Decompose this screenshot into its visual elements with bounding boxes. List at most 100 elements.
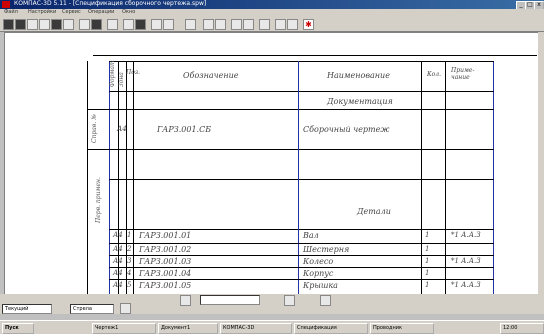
app-icon (2, 1, 10, 8)
ortho-icon[interactable] (284, 295, 295, 306)
row-name: Шестерня (303, 245, 350, 254)
row-name: Крышка (303, 281, 338, 290)
row-name: Колесо (303, 257, 334, 266)
view-icon[interactable] (185, 19, 196, 30)
help-icon[interactable]: ✱ (303, 19, 314, 30)
cut-icon[interactable] (51, 19, 62, 30)
task-button[interactable]: Чертеж1 (92, 323, 156, 334)
copy-icon[interactable] (63, 19, 74, 30)
col-name-line (421, 61, 422, 295)
apply-icon[interactable] (120, 303, 131, 314)
menu-window[interactable]: Окно (122, 9, 135, 15)
docs-section-line (87, 109, 494, 110)
menu-settings[interactable]: Настройки (28, 9, 56, 15)
scale-select[interactable] (200, 295, 260, 305)
refresh-icon[interactable] (259, 19, 270, 30)
save-icon[interactable] (27, 19, 38, 30)
row-zone: А4 (113, 231, 123, 239)
row-note: *1 А.А.З (451, 281, 481, 289)
doc-zone: А4 (117, 125, 127, 133)
task-button[interactable]: КОМПАС-3D (220, 323, 292, 334)
title-bar: КОМПАС-3D 5.11 - [Спецификация сборочног… (0, 0, 544, 10)
side-label-first-use: Перв. примен. (95, 177, 102, 223)
row-zone: А4 (113, 281, 123, 289)
system-clock: 12:00 (500, 323, 544, 334)
task-button[interactable]: Спецификация (294, 323, 368, 334)
row-pos: 5 (127, 281, 132, 289)
row-qty: 1 (425, 257, 430, 265)
frame-right-line (493, 61, 494, 295)
table-icon[interactable] (151, 19, 162, 30)
header-bottom-line (109, 91, 494, 92)
zoom-icon[interactable] (123, 19, 134, 30)
col-pos-line (133, 61, 134, 295)
menu-operations[interactable]: Операции (88, 9, 114, 15)
open-icon[interactable] (15, 19, 26, 30)
snap-icon[interactable] (180, 295, 191, 306)
row-designation: ГАРЗ.001.02 (139, 245, 192, 254)
col-designation-line (298, 61, 299, 295)
row-line (109, 243, 494, 244)
details-section-line (109, 229, 494, 230)
docs-row-line (87, 149, 494, 150)
row-zone: А4 (113, 269, 123, 277)
row-line (109, 267, 494, 268)
row-zone: А4 (113, 245, 123, 253)
row-designation: ГАРЗ.001.04 (139, 269, 192, 278)
settings-icon[interactable] (275, 19, 286, 30)
window-title: КОМПАС-3D 5.11 - [Спецификация сборочног… (14, 0, 207, 7)
layer-select[interactable]: Текущий (2, 304, 52, 314)
toolbar: ✱ (0, 17, 544, 32)
row-designation: ГАРЗ.001.01 (139, 231, 192, 240)
header-format: Формат (109, 60, 116, 87)
row-pos: 2 (127, 245, 132, 253)
header-designation: Обозначение (183, 71, 239, 80)
cursor-icon[interactable] (320, 295, 331, 306)
undo-icon[interactable] (91, 19, 102, 30)
header-pos: Поз. (126, 69, 141, 76)
document-canvas[interactable]: Формат Зона Поз. Обозначение Наименовани… (4, 32, 542, 296)
menu-bar: Файл Настройки Сервис Операции Окно (0, 9, 544, 17)
options-icon[interactable] (287, 19, 298, 30)
row-designation: ГАРЗ.001.05 (139, 281, 192, 290)
paste-icon[interactable] (79, 19, 90, 30)
side-column-line (87, 61, 88, 295)
row-pos: 3 (127, 257, 132, 265)
row-name: Корпус (303, 269, 334, 278)
vertical-scrollbar[interactable] (538, 32, 544, 294)
frame-top-line (93, 55, 537, 56)
style-select[interactable]: Стрела (70, 304, 114, 314)
row-zone: А4 (113, 257, 123, 265)
row-name: Вал (303, 231, 319, 240)
task-button[interactable]: Документ1 (158, 323, 218, 334)
task-button[interactable]: Проводник (370, 323, 434, 334)
new-icon[interactable] (3, 19, 14, 30)
row-pos: 1 (127, 231, 132, 239)
layout-icon[interactable] (163, 19, 174, 30)
header-zone: Зона (118, 72, 125, 87)
minus-icon[interactable] (203, 19, 214, 30)
row-qty: 1 (425, 269, 430, 277)
doc-name: Сборочный чертеж (303, 125, 390, 134)
status-bar: Текущий Стрела (0, 294, 544, 314)
menu-file[interactable]: Файл (4, 9, 18, 15)
header-note: Приме-чание (451, 67, 475, 81)
zoom-out-icon[interactable] (243, 19, 254, 30)
row-note: *1 А.А.З (451, 257, 481, 265)
row-note: *1 А.А.З (451, 231, 481, 239)
row-line (109, 255, 494, 256)
print-icon[interactable] (39, 19, 50, 30)
start-button[interactable]: Пуск (2, 323, 34, 334)
table-top-line (109, 61, 494, 62)
redo-icon[interactable] (107, 19, 118, 30)
side-label-reference: Справ. № (91, 114, 98, 143)
zoom-in-icon[interactable] (231, 19, 242, 30)
grid-icon[interactable] (135, 19, 146, 30)
col-qty-line (445, 61, 446, 295)
menu-service[interactable]: Сервис (62, 9, 81, 15)
taskbar: Пуск Чертеж1 Документ1 КОМПАС-3D Специфи… (0, 320, 544, 334)
header-name: Наименование (327, 71, 390, 80)
row-qty: 1 (425, 281, 430, 289)
details-top-line (109, 179, 494, 180)
window-icon[interactable] (215, 19, 226, 30)
